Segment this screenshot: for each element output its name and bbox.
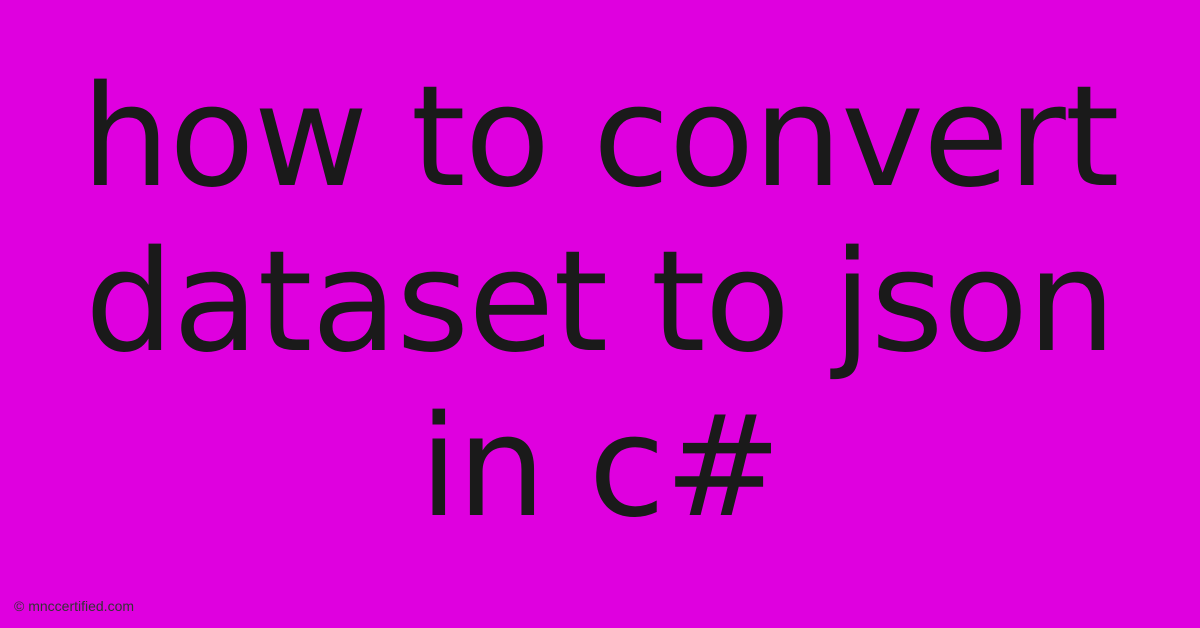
title-line-1: how to convert	[0, 55, 1200, 220]
title-line-2: dataset to json	[0, 220, 1200, 385]
page-title: how to convert dataset to json in c#	[0, 0, 1200, 551]
attribution-text: © mnccertified.com	[14, 598, 134, 614]
title-line-3: in c#	[0, 385, 1200, 550]
